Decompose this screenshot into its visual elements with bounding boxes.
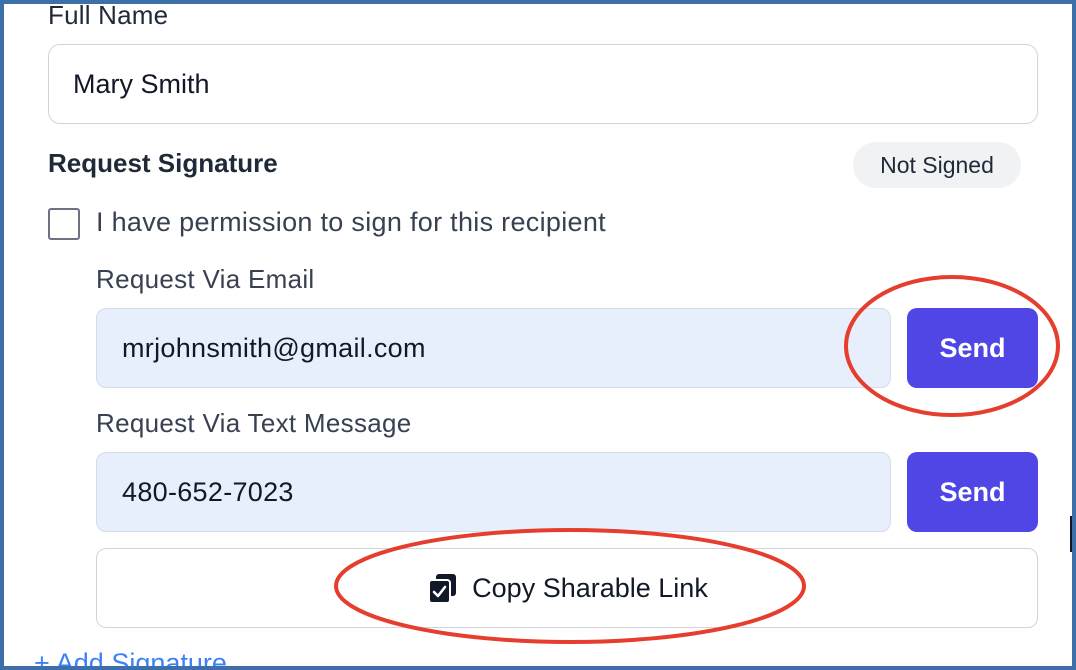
email-input[interactable]	[96, 308, 891, 388]
text-send-button[interactable]: Send	[907, 452, 1038, 532]
full-name-label: Full Name	[48, 0, 169, 30]
permission-label: I have permission to sign for this recip…	[96, 207, 606, 237]
section-title: Request Signature	[48, 148, 278, 178]
email-send-button[interactable]: Send	[907, 308, 1038, 388]
add-signature-link[interactable]: + Add Signature	[34, 648, 227, 666]
full-name-input[interactable]	[48, 44, 1038, 124]
copy-check-icon	[426, 571, 460, 605]
status-badge: Not Signed	[853, 142, 1021, 188]
copy-sharable-link-button[interactable]: Copy Sharable Link	[96, 548, 1038, 628]
email-label: Request Via Email	[96, 264, 315, 294]
screenshot-frame: Full Name Request Signature Not Signed I…	[0, 0, 1076, 670]
scrollbar-thumb[interactable]	[1070, 516, 1072, 552]
permission-checkbox[interactable]	[48, 208, 80, 240]
text-message-label: Request Via Text Message	[96, 408, 412, 438]
copy-sharable-link-label: Copy Sharable Link	[472, 572, 708, 603]
phone-input[interactable]	[96, 452, 891, 532]
